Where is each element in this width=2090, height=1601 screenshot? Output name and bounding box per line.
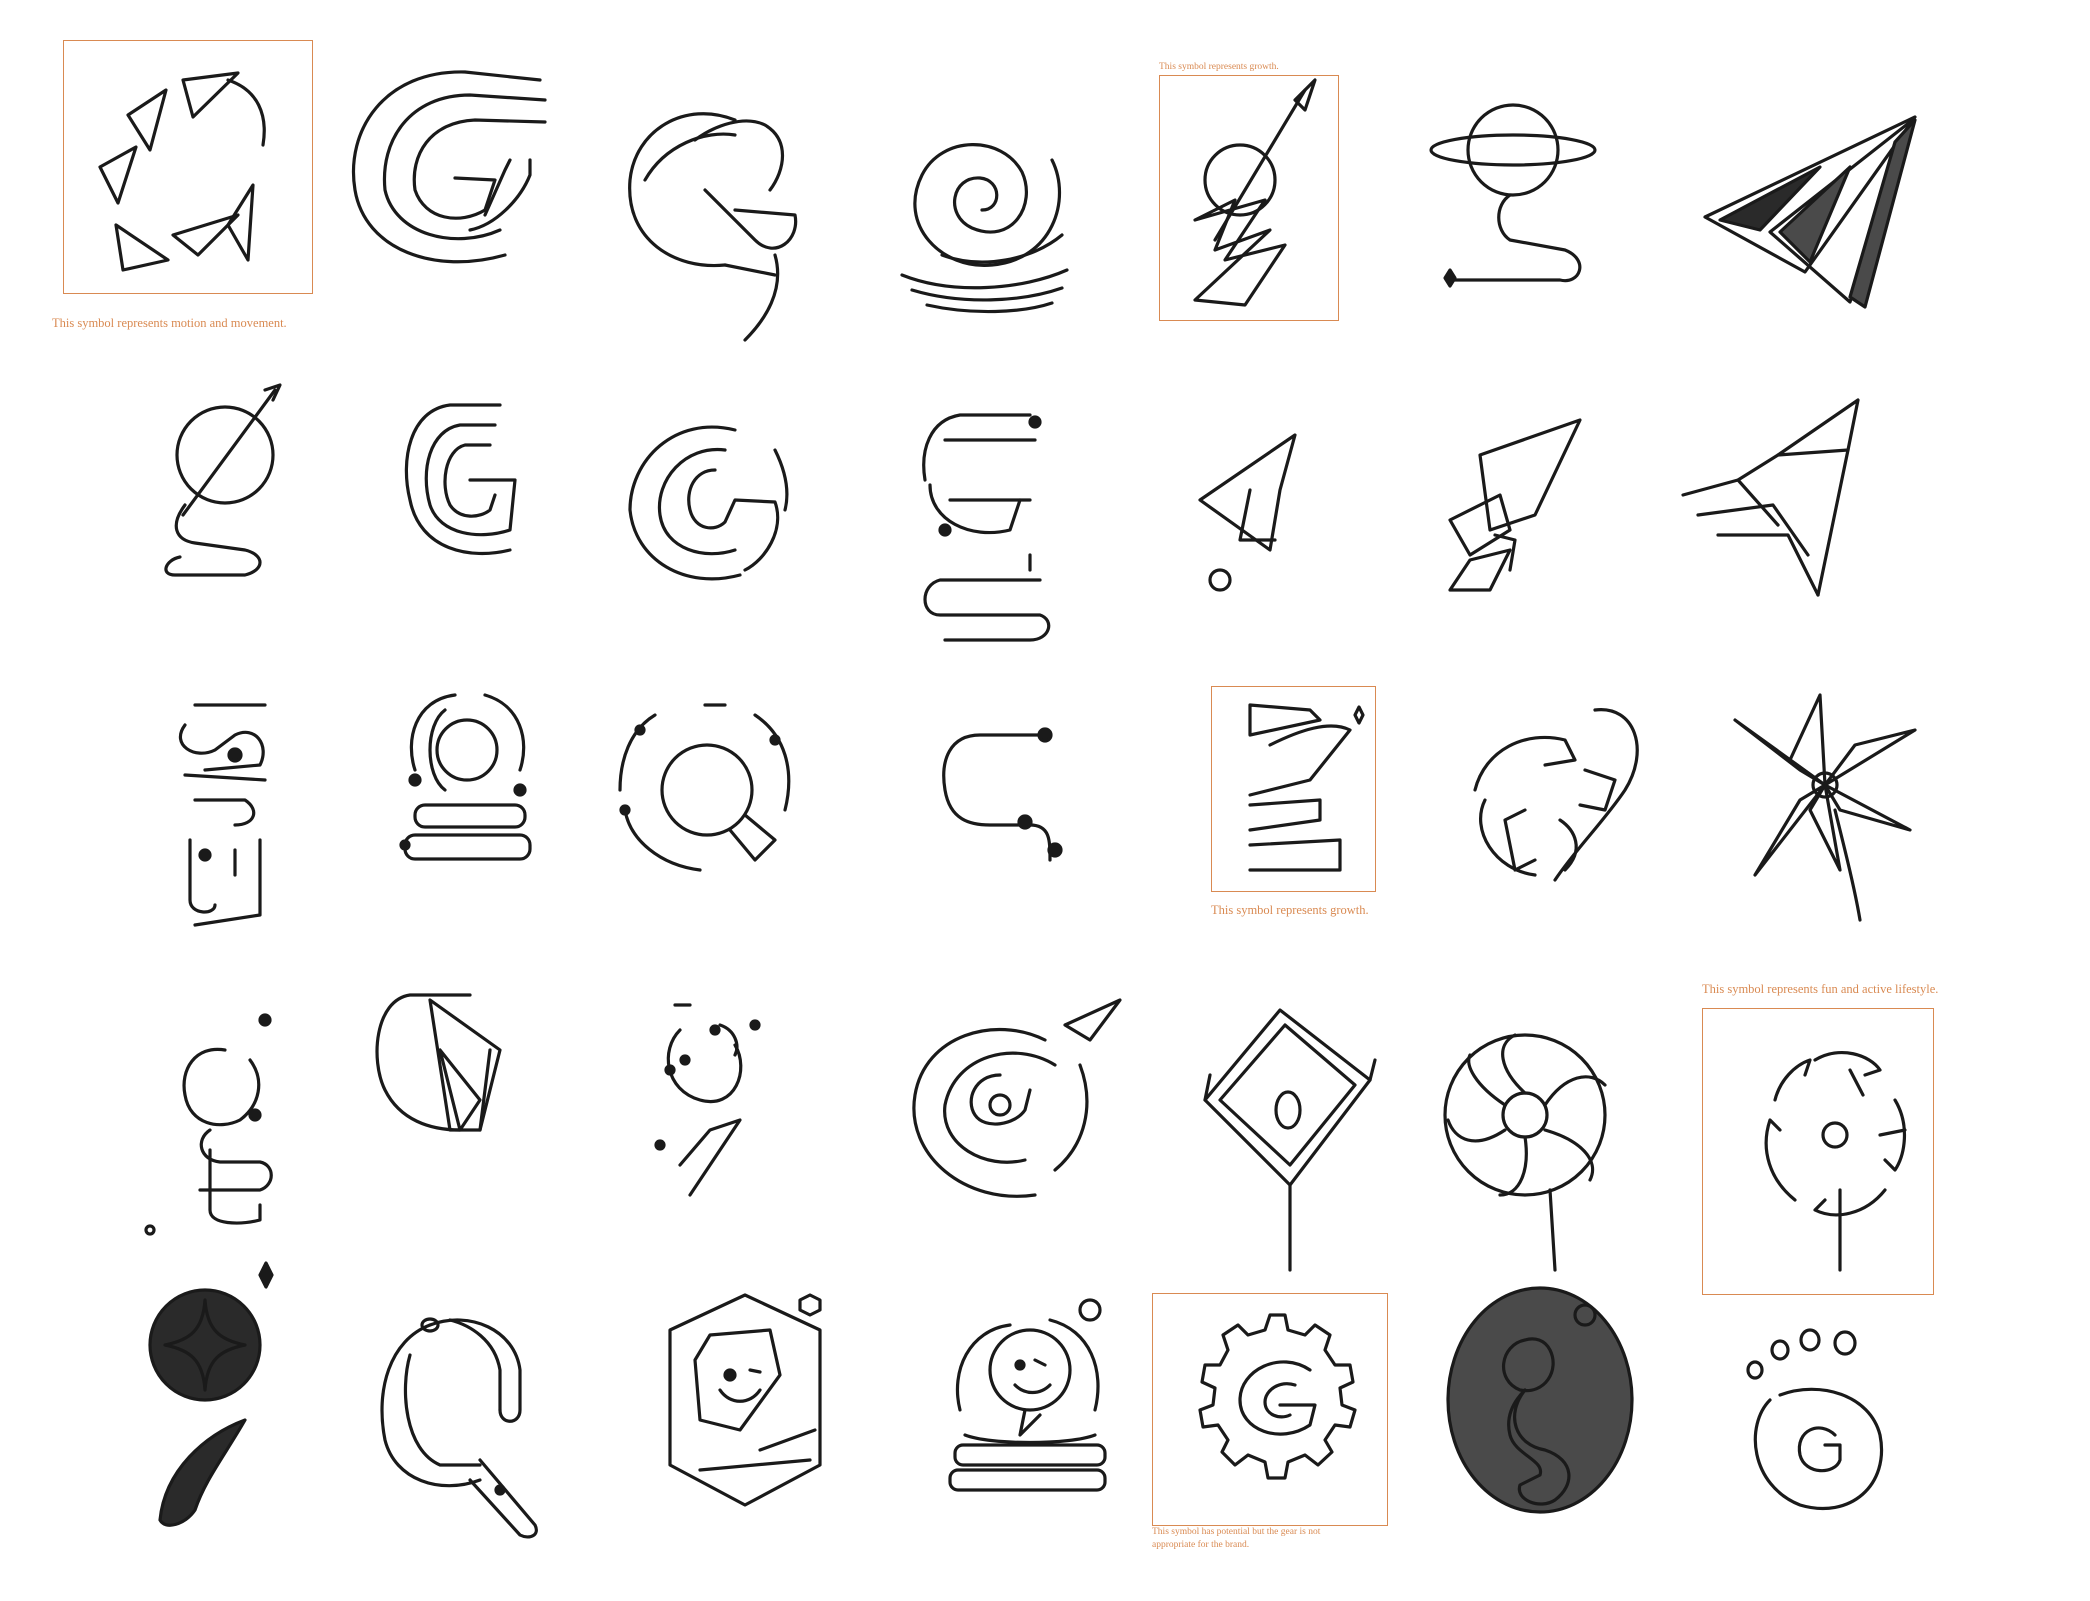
sketch-chevron-arrow-icon <box>1678 395 1863 615</box>
sketch-hexagon-smile-icon <box>660 1290 830 1530</box>
sketch-key-g-icon <box>370 1310 550 1540</box>
sketch-flower-pinwheel-icon <box>1440 1030 1620 1272</box>
highlight-frame-growth-top <box>1159 75 1339 321</box>
note-gear-line2: appropriate for the brand. <box>1152 1540 1250 1550</box>
sketch-arrow-stack-icon <box>1190 430 1320 595</box>
sketch-grid <box>0 0 2090 1601</box>
sketch-star-badge-icon <box>145 1260 275 1540</box>
sketch-stacked-circles-g-icon <box>395 690 540 875</box>
sketch-diamond-kite-icon <box>1200 1000 1377 1272</box>
sketch-prism-g-icon <box>370 990 520 1140</box>
highlight-frame-motion <box>63 40 313 294</box>
highlight-frame-gear <box>1152 1293 1388 1526</box>
highlight-frame-fun <box>1702 1008 1934 1295</box>
highlight-frame-growth-mid <box>1211 686 1376 892</box>
sketch-sheet: This symbol represents motion and moveme… <box>0 0 2090 1601</box>
note-motion: This symbol represents motion and moveme… <box>52 316 287 330</box>
sketch-lens-g-icon <box>640 1000 770 1200</box>
sketch-shaded-g-icon <box>1445 1285 1640 1520</box>
sketch-orbit-g-icon <box>1425 90 1597 305</box>
sketch-maze-g-icon <box>400 400 525 560</box>
sketch-arrows-cycle-icon <box>1465 700 1645 890</box>
sketch-dot-spring-g-icon <box>140 1010 280 1240</box>
sketch-circuit-g-icon <box>940 727 1080 862</box>
sketch-magnifier-g-icon <box>615 700 795 885</box>
sketch-dotted-g-icon <box>920 410 1051 642</box>
sketch-paper-plane-icon <box>1700 112 1925 322</box>
sketch-chat-bubble-g-icon <box>940 1290 1115 1520</box>
sketch-paw-g-icon <box>1740 1325 1905 1520</box>
sketch-striped-g-icon <box>345 60 555 270</box>
note-growth-mid: This symbol represents growth. <box>1211 903 1369 917</box>
sketch-ring-g-icon <box>625 410 795 595</box>
sketch-spiral-g-icon <box>882 110 1077 314</box>
sketch-orbit-arrow-g-icon <box>164 383 285 577</box>
sketch-vertical-g-icon <box>175 700 285 930</box>
note-growth-top: This symbol represents growth. <box>1159 62 1279 72</box>
note-gear-line1: This symbol has potential but the gear i… <box>1152 1527 1321 1537</box>
note-fun: This symbol represents fun and active li… <box>1702 982 1939 996</box>
sketch-swoosh-g-icon <box>625 90 820 345</box>
sketch-pinwheel-icon <box>1730 690 1920 922</box>
sketch-square-block-icon <box>1440 418 1582 600</box>
sketch-target-g-icon <box>905 995 1130 1215</box>
